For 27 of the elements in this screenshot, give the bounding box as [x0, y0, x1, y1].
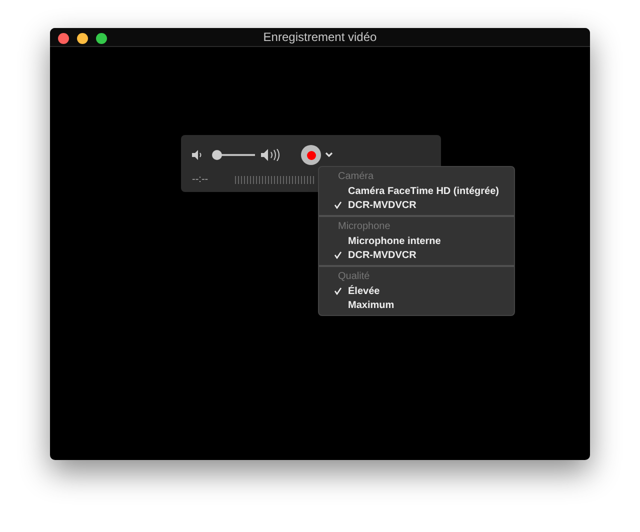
menu-item-label: Élevée — [348, 284, 380, 298]
menu-item[interactable]: Microphone interne — [319, 234, 514, 248]
checkmark-icon — [334, 201, 342, 209]
menu-item[interactable]: DCR-MVDVCR — [319, 248, 514, 262]
chevron-down-icon[interactable] — [325, 152, 333, 158]
volume-low-icon — [192, 150, 203, 160]
menu-section-header: Qualité — [337, 270, 371, 284]
menu-item[interactable]: Caméra FaceTime HD (intégrée) — [319, 184, 514, 198]
menu-item-label: Microphone interne — [348, 234, 441, 248]
menu-item-label: DCR-MVDVCR — [348, 198, 416, 212]
menu-item-label: Maximum — [348, 298, 394, 312]
menu-item[interactable]: Maximum — [319, 298, 514, 312]
volume-high-icon — [261, 149, 281, 161]
menu-item[interactable]: DCR-MVDVCR — [319, 198, 514, 212]
window-title: Enregistrement vidéo — [263, 29, 377, 46]
menu-item-label: DCR-MVDVCR — [348, 248, 416, 262]
menu-item-label: Caméra FaceTime HD (intégrée) — [348, 184, 499, 198]
zoom-button[interactable] — [96, 33, 107, 44]
menu-section-header: Microphone — [337, 220, 392, 234]
checkmark-icon — [334, 251, 342, 259]
record-button[interactable] — [301, 145, 321, 165]
minimize-button[interactable] — [77, 33, 88, 44]
close-button[interactable] — [58, 33, 69, 44]
time-label: --:-- — [192, 173, 208, 187]
checkmark-icon — [334, 287, 342, 295]
menu-section-header: Caméra — [337, 170, 375, 184]
menu-item[interactable]: Élevée — [319, 284, 514, 298]
